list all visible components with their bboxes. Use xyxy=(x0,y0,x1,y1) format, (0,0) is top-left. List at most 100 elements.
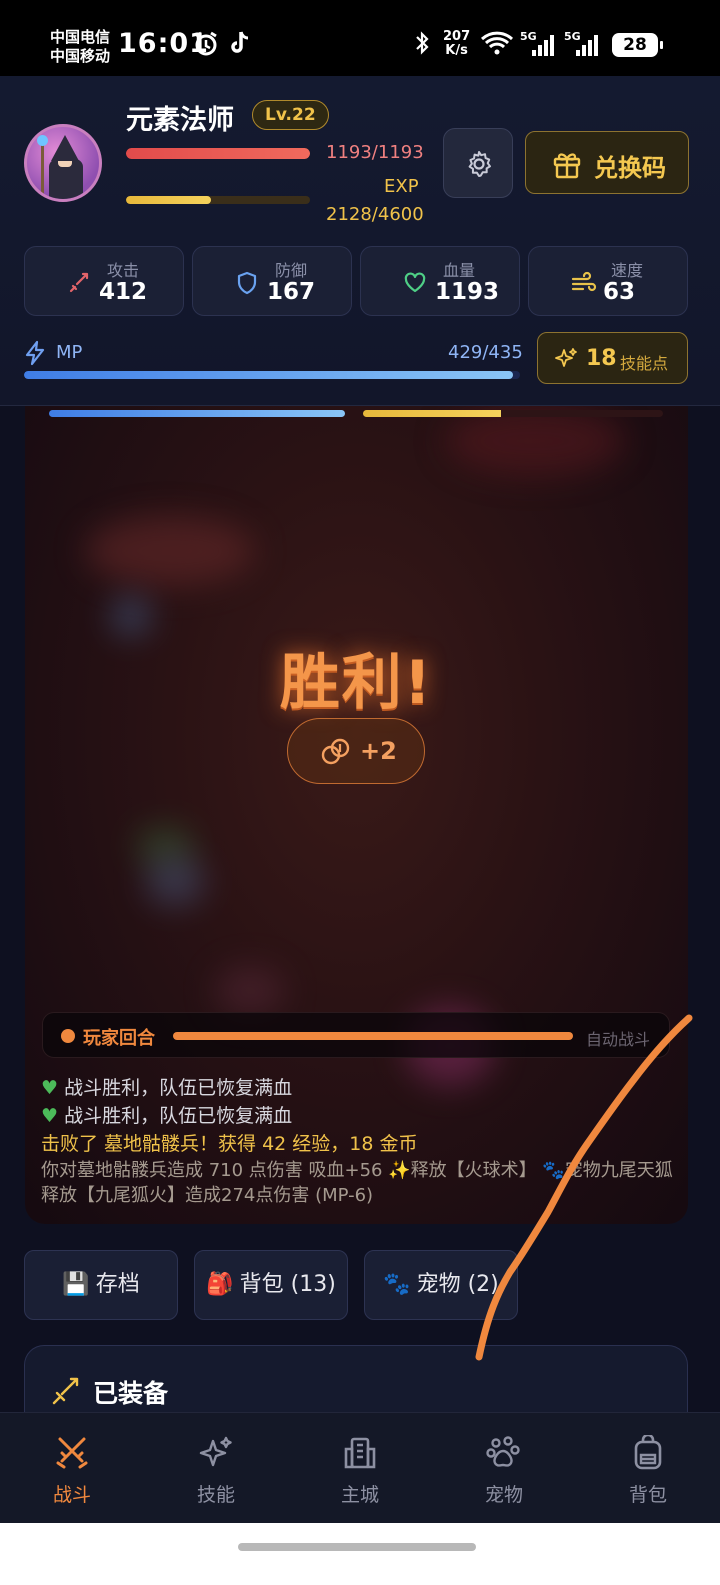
sparkles-icon xyxy=(199,1436,232,1467)
stat-defense: 防御 167 xyxy=(192,246,352,316)
log-line-damage: 你对墓地骷髅兵造成 710 点伤害 吸血+56 ✨释放【火球术】 🐾宠物九尾天狐… xyxy=(41,1160,673,1206)
blurred-orb-3 xyxy=(145,856,205,906)
net-speed-value: 207 xyxy=(443,29,471,44)
pet-label: 宠物 (2) xyxy=(416,1272,499,1297)
hp-text: 1193/1193 xyxy=(326,142,424,163)
nav-tab-city[interactable]: 主城 xyxy=(288,1413,432,1524)
nav-tab-pets[interactable]: 宠物 xyxy=(432,1413,576,1524)
paw-icon: 🐾 xyxy=(383,1272,411,1297)
building-icon xyxy=(344,1437,376,1469)
settings-button[interactable] xyxy=(443,128,513,198)
wizard-staff xyxy=(41,141,44,197)
redeem-code-button[interactable]: 兑换码 xyxy=(525,131,689,194)
reward-text: +2 xyxy=(360,737,397,765)
backpack-icon xyxy=(634,1435,662,1470)
nav-tab-battle[interactable]: 战斗 xyxy=(0,1413,144,1524)
stat-defense-value: 167 xyxy=(267,279,316,305)
skill-points-label: 技能点 xyxy=(620,354,669,373)
blurred-enemy-shape xyxy=(85,516,255,586)
exp-label: EXP xyxy=(384,176,419,197)
net-speed: 207 K/s xyxy=(443,30,470,58)
stat-attack: 攻击 412 xyxy=(24,246,184,316)
turn-dot xyxy=(61,1029,75,1043)
shield-icon xyxy=(237,271,257,295)
backpack-icon: 🎒 xyxy=(206,1272,234,1297)
mp-text: 429/435 xyxy=(448,342,523,363)
redeem-code-label: 兑换码 xyxy=(594,154,666,182)
bag-label: 背包 (13) xyxy=(239,1272,336,1297)
stat-attack-value: 412 xyxy=(99,279,148,305)
bottom-nav: 战斗 技能 主城 宠物 背包 xyxy=(0,1412,720,1523)
nav-label-battle: 战斗 xyxy=(52,1484,91,1506)
stat-attack-label: 攻击 xyxy=(107,261,140,280)
exp-bar-fill xyxy=(126,196,212,204)
stat-speed: 速度 63 xyxy=(528,246,688,316)
save-button[interactable]: 💾 存档 xyxy=(24,1250,178,1320)
nav-label-city: 主城 xyxy=(340,1484,379,1506)
hp-bar-fill xyxy=(126,148,310,159)
stat-speed-label: 速度 xyxy=(611,261,644,280)
avatar[interactable] xyxy=(24,124,102,202)
green-heart-icon: ♥ xyxy=(41,1105,59,1127)
enemy-bar xyxy=(363,410,663,417)
stat-defense-label: 防御 xyxy=(275,261,308,280)
pet-button[interactable]: 🐾 宠物 (2) xyxy=(364,1250,518,1320)
stats-row: 攻击 412 防御 167 血量 1193 速度 63 xyxy=(24,246,688,316)
signal-2-icon: 5G xyxy=(564,30,600,56)
player-name: 元素法师 xyxy=(126,105,234,136)
bluetooth-icon xyxy=(414,30,430,62)
exp-text: 2128/4600 xyxy=(326,204,424,225)
nav-tab-skills[interactable]: 技能 xyxy=(144,1413,288,1524)
turn-progress-bar xyxy=(173,1032,573,1040)
player-header: 元素法师 Lv.22 1193/1193 EXP 2128/4600 兑换码 攻… xyxy=(0,76,720,406)
sim2-label: 5G xyxy=(564,30,581,43)
nav-tab-bag[interactable]: 背包 xyxy=(576,1413,720,1524)
mp-label: MP xyxy=(56,342,83,363)
stat-hp-label: 血量 xyxy=(443,261,476,280)
turn-indicator: 玩家回合 自动战斗 xyxy=(42,1012,670,1058)
floppy-disk-icon: 💾 xyxy=(62,1272,90,1297)
home-indicator[interactable] xyxy=(238,1543,476,1551)
gift-icon xyxy=(553,153,581,179)
save-label: 存档 xyxy=(95,1272,140,1297)
log-line-kill: 击败了 墓地骷髅兵！获得 42 经验，18 金币 xyxy=(41,1133,418,1155)
stat-speed-value: 63 xyxy=(603,279,636,305)
stat-hp-value: 1193 xyxy=(435,279,500,305)
net-speed-unit: K/s xyxy=(445,43,468,58)
enemy-bar-fill xyxy=(363,410,501,417)
bag-button[interactable]: 🎒 背包 (13) xyxy=(194,1250,348,1320)
turn-label: 玩家回合 xyxy=(83,1028,155,1049)
battery-icon: 28 xyxy=(612,33,663,57)
sim1-label: 5G xyxy=(520,30,537,43)
coins-icon xyxy=(321,738,350,765)
auto-battle-toggle[interactable]: 自动战斗 xyxy=(586,1026,650,1050)
paw-icon xyxy=(486,1436,520,1467)
gear-icon xyxy=(468,151,491,177)
carrier-labels: 中国电信 中国移动 xyxy=(50,28,110,66)
wind-icon xyxy=(571,271,597,292)
sword-icon xyxy=(52,1377,79,1405)
ally-mp-bar xyxy=(49,410,345,417)
green-heart-icon: ♥ xyxy=(41,1077,59,1099)
status-bar: 中国电信 中国移动 16:01 207 K/s 5G 5G 28 xyxy=(0,0,720,76)
tiktok-icon xyxy=(228,30,252,62)
wizard-hat xyxy=(51,135,79,161)
nav-label-pets: 宠物 xyxy=(484,1484,523,1506)
hp-bar xyxy=(126,148,310,159)
carrier-1: 中国电信 xyxy=(50,28,111,46)
nav-label-bag: 背包 xyxy=(628,1484,667,1506)
sparkles-icon xyxy=(555,348,577,367)
blurred-orb-1 xyxy=(111,596,151,636)
wizard-orb xyxy=(37,135,48,146)
level-badge: Lv.22 xyxy=(252,100,329,130)
victory-text: 胜利! xyxy=(279,648,434,718)
alarm-icon xyxy=(192,30,220,64)
skill-points-button[interactable]: 18 技能点 xyxy=(537,332,688,384)
sword-icon xyxy=(69,272,89,293)
stat-hp: 血量 1193 xyxy=(360,246,520,316)
equipped-title: 已装备 xyxy=(93,1379,169,1408)
log-line-heal-2: ♥ 战斗胜利，队伍已恢复满血 xyxy=(41,1102,681,1130)
reward-badge: +2 xyxy=(287,718,425,784)
signal-1-icon: 5G xyxy=(520,30,556,56)
log-heal-2-text: 战斗胜利，队伍已恢复满血 xyxy=(64,1105,293,1127)
